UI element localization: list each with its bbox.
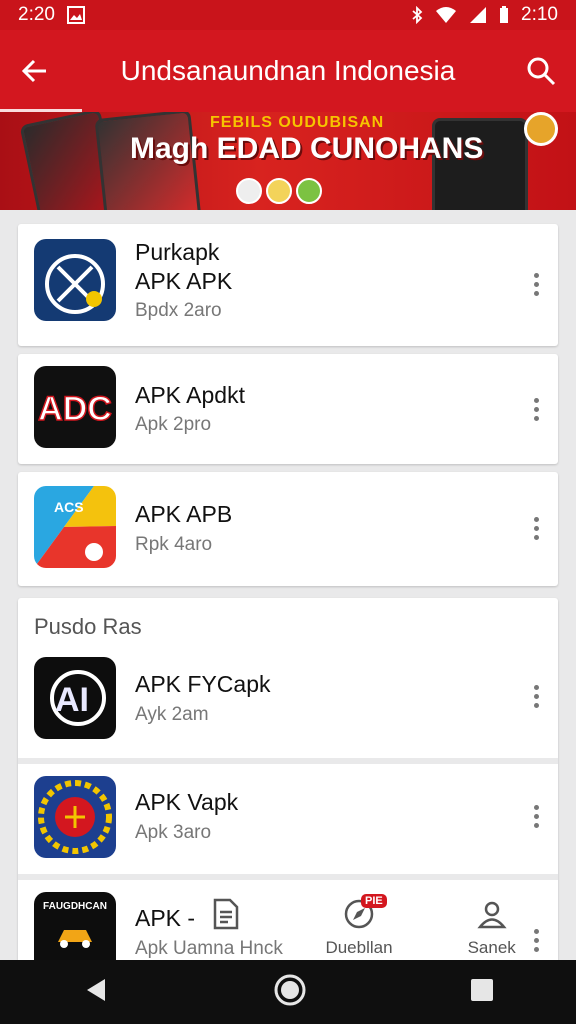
- status-time-left: 2:20: [18, 4, 55, 25]
- chip-icon: [296, 178, 322, 204]
- battery-icon: [499, 6, 509, 24]
- nav-back-button[interactable]: [81, 975, 111, 1010]
- banner-headline: Magh EDAD CUNOHANS: [130, 132, 484, 165]
- app-icon-apdkt: ADC: [34, 366, 116, 448]
- tab-label: Duebllan: [325, 938, 393, 957]
- tab-duebllan[interactable]: PIE Duebllan: [293, 890, 426, 960]
- search-button[interactable]: [506, 30, 576, 112]
- app-name: APK FYCapk: [135, 671, 271, 697]
- more-options-button[interactable]: [526, 508, 546, 548]
- list-item[interactable]: APK Vapk Apk 3aro: [18, 764, 558, 880]
- document-icon: [214, 898, 239, 930]
- status-time-right: 2:10: [521, 4, 558, 25]
- section-title: Pusdo Ras: [34, 614, 142, 639]
- app-name: Purkapk: [135, 239, 220, 265]
- nav-recents-button[interactable]: [469, 977, 495, 1008]
- page-title: Undsanaundnan Indonesia: [120, 55, 456, 86]
- wifi-icon: [435, 6, 457, 24]
- list-item[interactable]: AI APK FYCapk Ayk 2am: [18, 654, 558, 758]
- back-button[interactable]: [0, 30, 70, 112]
- app-subtitle: Apk 2pro: [135, 414, 212, 435]
- tab-sanek[interactable]: Sanek: [425, 890, 558, 960]
- tab-label: Sanek: [467, 938, 516, 957]
- icon-label: FAUGDHCAN: [43, 901, 107, 912]
- more-options-button[interactable]: [526, 264, 546, 304]
- notification-badge: PIE: [361, 894, 387, 908]
- app-icon-purkapk: [34, 239, 116, 321]
- app-card[interactable]: ADC APK Apdkt Apk 2pro: [18, 354, 558, 464]
- app-name: APK APK: [135, 268, 233, 294]
- system-nav-bar: [0, 960, 576, 1024]
- app-subtitle: Apk 3aro: [135, 822, 212, 843]
- app-card[interactable]: ACS APK APB Rpk 4aro: [18, 472, 558, 586]
- signal-icon: [469, 6, 487, 24]
- chip-icon: [236, 178, 262, 204]
- promo-banner[interactable]: FEBILS OUDUBISAN Magh EDAD CUNOHANS: [0, 112, 576, 210]
- more-options-button[interactable]: [526, 389, 546, 429]
- app-icon-apb: ACS: [34, 486, 116, 568]
- chip-icon: [266, 178, 292, 204]
- arrow-left-icon: [21, 59, 46, 83]
- home-circle-icon: [274, 974, 306, 1005]
- person-icon: [477, 901, 507, 929]
- app-subtitle: Ayk 2am: [135, 704, 209, 725]
- seal-icon: [524, 112, 558, 146]
- triangle-back-icon: [87, 978, 105, 1001]
- app-bar: Undsanaundnan Indonesia: [0, 30, 576, 112]
- app-subtitle: Rpk 4aro: [135, 534, 213, 555]
- svg-text:ACS: ACS: [54, 499, 84, 515]
- square-recents-icon: [471, 978, 493, 1001]
- app-icon-vapk: [34, 776, 116, 858]
- search-icon: [527, 57, 556, 86]
- svg-text:AI: AI: [55, 681, 89, 719]
- banner-chips: [236, 178, 322, 204]
- tab-documents[interactable]: [160, 890, 293, 960]
- status-bar: 2:20 2:10: [0, 0, 576, 30]
- app-name: APK Apdkt: [135, 382, 245, 408]
- app-name: APK APB: [135, 501, 233, 527]
- app-name: APK Vapk: [135, 789, 239, 815]
- more-options-button[interactable]: [526, 796, 546, 836]
- svg-text:ADC: ADC: [38, 390, 112, 428]
- app-card[interactable]: Purkapk APK APK Bpdx 2aro: [18, 224, 558, 346]
- banner-tagline: FEBILS OUDUBISAN: [210, 114, 385, 131]
- app-subtitle: Bpdx 2aro: [135, 300, 222, 321]
- app-icon-fycapk: AI: [34, 657, 116, 739]
- image-notification-icon: [66, 6, 85, 24]
- more-options-button[interactable]: [526, 676, 546, 716]
- nav-home-button[interactable]: [273, 973, 307, 1012]
- bluetooth-icon: [411, 6, 423, 24]
- bottom-tabs: PIE Duebllan Sanek: [160, 890, 558, 960]
